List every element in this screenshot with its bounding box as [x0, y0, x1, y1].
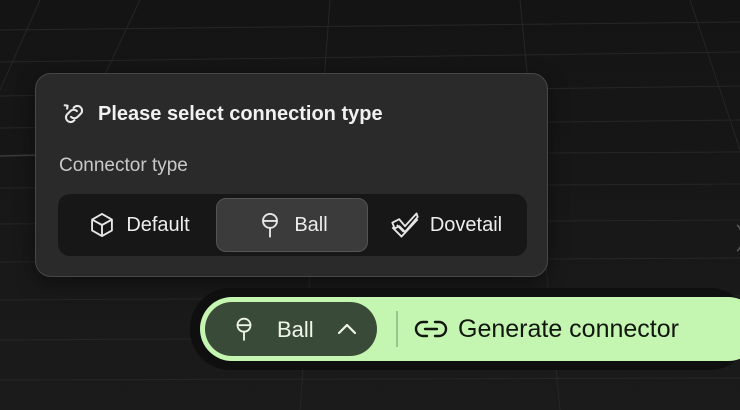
- popover-title: Please select connection type: [98, 102, 383, 125]
- link-rotate-icon: [60, 100, 88, 128]
- ball-joint-icon: [256, 211, 284, 239]
- divider: [396, 311, 398, 347]
- dovetail-icon: [390, 211, 420, 239]
- option-dovetail[interactable]: Dovetail: [370, 198, 522, 252]
- generate-connector-button[interactable]: Generate connector: [414, 303, 734, 355]
- connector-action-bar: Ball Generate connector: [190, 288, 740, 370]
- cube-icon: [88, 211, 116, 239]
- ball-joint-icon: [231, 315, 257, 349]
- connector-type-selector: Default Ball Dovetail: [58, 194, 527, 256]
- option-label: Ball: [294, 213, 328, 236]
- option-label: Default: [126, 213, 190, 236]
- connector-type-label: Connector type: [59, 155, 188, 176]
- action-pill: Ball Generate connector: [200, 297, 740, 361]
- option-ball[interactable]: Ball: [216, 198, 368, 252]
- chevron-up-icon: [336, 319, 358, 345]
- connector-type-dropdown[interactable]: Ball: [205, 302, 377, 356]
- connection-type-popover: Please select connection type Connector …: [35, 73, 548, 277]
- link-icon: [414, 317, 448, 341]
- option-label: Dovetail: [429, 213, 503, 236]
- option-default[interactable]: Default: [64, 198, 214, 252]
- generate-button-label: Generate connector: [458, 314, 679, 343]
- dropdown-label: Ball: [277, 317, 314, 342]
- popover-header: Please select connection type: [60, 100, 383, 128]
